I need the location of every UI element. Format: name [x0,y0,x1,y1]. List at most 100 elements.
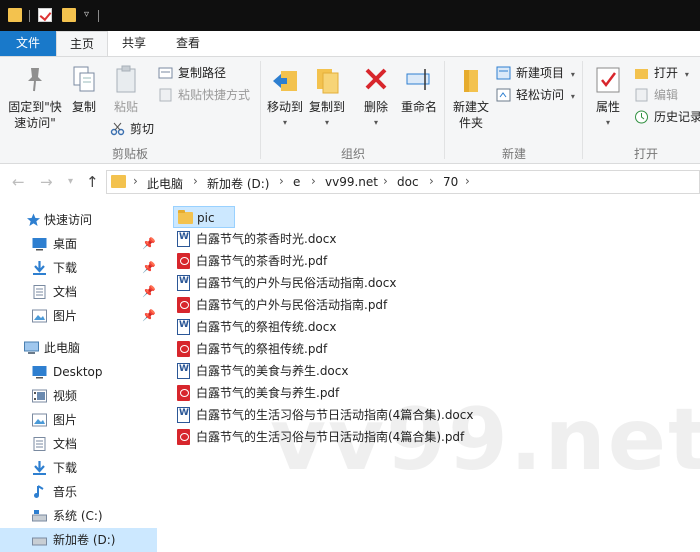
chevron-right-icon[interactable]: › [279,174,284,188]
customize-quick-access-icon[interactable]: ▿ [84,9,89,20]
properties-icon[interactable] [38,8,52,22]
new-item-button[interactable]: 新建项目 ▾ [496,63,575,83]
tab-home[interactable]: 主页 [56,31,108,56]
breadcrumb-vv99-net[interactable]: vv99.net [325,175,378,189]
system-drive-icon [32,510,47,522]
paste-shortcut-button[interactable]: 粘贴快捷方式 [158,85,250,105]
breadcrumb-drive-d[interactable]: 新加卷 (D:) [207,175,269,192]
nav-item-label: 桌面 [53,237,78,251]
breadcrumb-this-pc[interactable]: 此电脑 [147,175,183,192]
nav-item-music[interactable]: 音乐 [0,480,157,504]
properties-icon [596,67,620,93]
chevron-right-icon[interactable]: › [193,174,198,188]
cut-button[interactable]: 剪切 [110,119,154,139]
breadcrumb-doc[interactable]: doc [397,175,419,189]
forward-arrow-icon[interactable]: → [40,173,53,191]
word-document-icon [177,363,190,379]
pin-icon: 📌 [142,237,156,250]
rename-button[interactable]: 重命名 [398,65,440,115]
open-group-label: 打开 [633,147,658,161]
nav-item-label: 系统 (C:) [53,509,103,523]
copy-to-icon [317,69,339,94]
nav-item-documents[interactable]: 文档 📌 [0,280,157,304]
nav-item-pictures[interactable]: 图片 📌 [0,304,157,328]
file-name: pic [197,211,215,225]
new-folder-button[interactable]: 新建文件夹 [448,65,494,131]
tab-share[interactable]: 共享 [112,31,156,56]
nav-item-pictures-pc[interactable]: 图片 [0,408,157,432]
new-folder-icon [464,70,478,92]
chevron-right-icon[interactable]: › [311,174,316,188]
file-name: 白露节气的美食与养生.docx [196,364,349,378]
nav-item-downloads-pc[interactable]: 下载 [0,456,157,480]
edit-button[interactable]: 编辑 [634,85,678,105]
file-name: 白露节气的茶香时光.pdf [196,254,328,268]
pictures-icon [32,413,47,427]
chevron-right-icon[interactable]: › [133,174,138,188]
breadcrumb-70[interactable]: 70 [443,175,458,189]
desktop-icon [32,238,47,251]
rename-icon [406,69,430,90]
list-item-folder-pic[interactable]: pic [173,206,235,228]
up-arrow-icon[interactable]: ↑ [86,173,99,191]
separator [98,10,99,22]
nav-item-drive-d[interactable]: 新加卷 (D:) [0,528,157,552]
delete-button[interactable]: 删除 ▾ [358,65,394,131]
copy-path-button[interactable]: 复制路径 [158,63,226,83]
nav-item-label: 图片 [53,413,78,427]
nav-this-pc[interactable]: 此电脑 [0,336,157,360]
breadcrumb-e[interactable]: e [293,175,300,189]
paste-label: 粘贴 [113,100,138,114]
delete-label: 删除 [363,100,388,114]
file-name: 白露节气的户外与民俗活动指南.pdf [196,298,388,312]
pdf-icon [177,341,190,357]
copy-path-label: 复制路径 [178,66,227,80]
chevron-right-icon[interactable]: › [429,174,434,188]
pin-icon: 📌 [142,285,156,298]
easy-access-button[interactable]: 轻松访问 ▾ [496,85,575,105]
pin-quick-access-button[interactable]: 固定到"快速访问" [4,65,66,131]
word-document-icon [177,407,190,423]
new-folder-icon[interactable] [62,8,76,22]
back-arrow-icon[interactable]: ← [12,173,25,191]
desktop-icon [32,366,47,379]
easy-access-icon [496,88,511,102]
move-to-button[interactable]: 移动到 ▾ [264,65,306,131]
nav-this-pc-label: 此电脑 [44,341,81,355]
edit-icon [635,88,648,102]
properties-button[interactable]: 属性 ▾ [590,65,626,131]
chevron-right-icon[interactable]: › [465,174,470,188]
clipboard-group-label: 剪贴板 [111,147,148,161]
nav-quick-access[interactable]: 快速访问 [0,208,157,232]
recent-locations-chevron-icon[interactable]: ▾ [68,176,73,187]
move-to-label: 移动到 [266,100,303,114]
history-button[interactable]: 历史记录 [634,107,700,127]
computer-icon [24,341,39,354]
address-bar[interactable]: › 此电脑 › 新加卷 (D:) › e › vv99.net › doc › … [106,170,700,194]
tab-view[interactable]: 查看 [166,31,210,56]
copy-to-button[interactable]: 复制到 ▾ [306,65,348,131]
copy-button[interactable]: 复制 [66,65,102,115]
paste-shortcut-label: 粘贴快捷方式 [178,88,251,102]
nav-item-label: 文档 [53,437,78,451]
delete-x-icon [365,68,387,90]
navigation-pane: 快速访问 桌面 📌 下载 📌 文档 📌 图片 📌 此电脑 Desktop 视频 … [0,200,157,552]
open-button[interactable]: 打开 ▾ [634,63,689,83]
chevron-right-icon[interactable]: › [383,174,388,188]
copy-path-icon [158,67,173,79]
pin-quick-access-label: 固定到"快速访问" [8,100,62,130]
nav-item-downloads[interactable]: 下载 📌 [0,256,157,280]
file-name: 白露节气的生活习俗与节日活动指南(4篇合集).docx [196,408,474,422]
group-separator [582,61,583,159]
copy-label: 复制 [71,100,96,114]
nav-item-desktop[interactable]: 桌面 📌 [0,232,157,256]
nav-item-documents-pc[interactable]: 文档 [0,432,157,456]
nav-item-drive-c[interactable]: 系统 (C:) [0,504,157,528]
nav-item-videos[interactable]: 视频 [0,384,157,408]
nav-item-label: 新加卷 (D:) [53,533,116,547]
nav-item-label: 下载 [53,261,78,275]
nav-item-desktop-pc[interactable]: Desktop [0,360,157,384]
paste-button[interactable]: 粘贴 [106,65,146,115]
music-icon [34,485,44,498]
tab-file[interactable]: 文件 [0,31,56,56]
